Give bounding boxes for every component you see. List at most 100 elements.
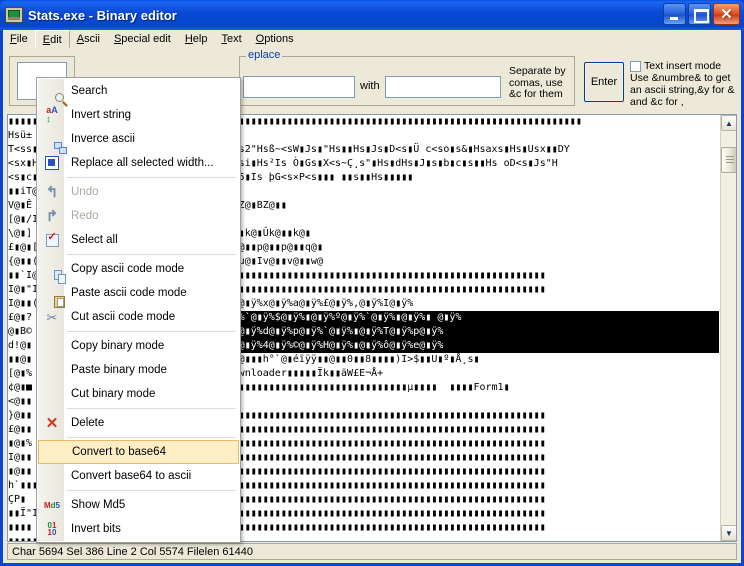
paste-binary-icon bbox=[43, 361, 61, 379]
menu-item-paste-ascii-code-mode[interactable]: Paste ascii code mode bbox=[37, 281, 240, 308]
menu-item-copy-ascii-code-mode[interactable]: Copy ascii code mode bbox=[37, 257, 240, 284]
menu-item-label: Undo bbox=[71, 186, 99, 198]
enter-button[interactable]: Enter bbox=[584, 62, 624, 102]
menu-bar: File Edit Ascii Special edit Help Text O… bbox=[3, 30, 741, 48]
menu-item-inverce-ascii[interactable]: Inverce ascii bbox=[37, 127, 240, 154]
close-button[interactable]: ✕ bbox=[713, 3, 740, 25]
menu-item-label: Convert to base64 bbox=[72, 446, 166, 458]
address-line: I@▮▮ bbox=[8, 452, 33, 463]
menu-item-label: Inverce ascii bbox=[71, 133, 135, 145]
address-line: ▮▮iT@ bbox=[8, 186, 39, 197]
text-insert-mode-label: Text insert mode bbox=[644, 60, 722, 72]
menu-item-replace-all-selected-width[interactable]: Replace all selected width... bbox=[37, 151, 240, 175]
menu-item-convert-to-base64[interactable]: Convert to base64 bbox=[38, 440, 239, 464]
address-line: ▮@▮% bbox=[8, 438, 33, 449]
replace-group-label: eplace bbox=[246, 49, 283, 61]
menu-options[interactable]: Options bbox=[249, 30, 301, 48]
address-line: ÇP▮ bbox=[8, 494, 27, 505]
menu-ascii[interactable]: Ascii bbox=[70, 30, 107, 48]
text-insert-mode-checkbox[interactable] bbox=[630, 61, 641, 72]
menu-item-label: Copy ascii code mode bbox=[71, 263, 185, 275]
insert-mode-row[interactable]: Text insert mode bbox=[630, 60, 742, 72]
address-column[interactable]: ▮▮▮▮▮▮▮▮ Hsü± T<ss▮ <sx▮H <s▮c▮s ▮▮iT@ V@▮Ê [@▮… bbox=[8, 115, 39, 541]
scrollbar-thumb[interactable] bbox=[721, 147, 736, 173]
inverce-ascii-icon bbox=[43, 130, 67, 154]
menu-item-paste-binary-mode[interactable]: Paste binary mode bbox=[37, 358, 240, 382]
address-line: ¢@▮■ bbox=[8, 382, 33, 393]
menu-separator bbox=[67, 437, 236, 438]
menu-item-label: Redo bbox=[71, 210, 99, 222]
menu-item-show-md5[interactable]: Md5 Show Md5 bbox=[37, 493, 240, 517]
address-line: £@▮? bbox=[8, 312, 33, 323]
menu-item-label: Paste ascii code mode bbox=[71, 287, 187, 299]
menu-item-invert-string[interactable]: aA ↕ Invert string bbox=[37, 103, 240, 127]
insert-mode-hint: Use &numbre& to get an ascii string,&y f… bbox=[630, 72, 735, 108]
menu-item-copy-binary-mode[interactable]: Copy binary mode bbox=[37, 334, 240, 358]
address-line: I@▮▮( bbox=[8, 298, 39, 309]
search-icon bbox=[43, 82, 68, 107]
close-icon: ✕ bbox=[720, 5, 733, 23]
menu-item-label: Invert bits bbox=[71, 523, 121, 535]
menu-item-redo: ↱ Redo bbox=[37, 204, 240, 228]
vertical-scrollbar[interactable]: ▲ ▼ bbox=[720, 115, 736, 541]
menu-separator bbox=[67, 254, 236, 255]
client-area: File Edit Ascii Special edit Help Text O… bbox=[3, 30, 741, 563]
menu-item-search[interactable]: Search bbox=[37, 79, 240, 107]
minimize-button[interactable] bbox=[663, 3, 686, 25]
menu-item-label: Search bbox=[71, 85, 108, 97]
address-line: ▮▮`I@ bbox=[8, 270, 39, 281]
menu-special-edit[interactable]: Special edit bbox=[107, 30, 178, 48]
undo-icon: ↰ bbox=[45, 183, 59, 201]
address-line: }@▮▮ bbox=[8, 410, 33, 421]
address-line: [@▮/I bbox=[8, 214, 39, 225]
menu-item-select-all[interactable]: Select all bbox=[37, 228, 240, 252]
address-line: h`▮▮▮ bbox=[8, 480, 39, 491]
address-line: ▮▮▮▮▮▮▮▮ bbox=[8, 116, 38, 127]
title-bar[interactable]: Stats.exe - Binary editor ✕ bbox=[0, 0, 744, 30]
redo-icon: ↱ bbox=[45, 207, 59, 225]
status-bar: Char 5694 Sel 386 Line 2 Col 5574 Filele… bbox=[7, 543, 737, 560]
menu-item-delete[interactable]: ✕ Delete bbox=[37, 411, 240, 435]
menu-item-invert-bits[interactable]: 01 10 Invert bits bbox=[37, 517, 240, 541]
menu-item-label: Cut ascii code mode bbox=[71, 311, 176, 323]
paste-icon bbox=[43, 284, 65, 308]
scroll-down-arrow-icon[interactable]: ▼ bbox=[721, 525, 736, 541]
replace-find-input[interactable] bbox=[243, 76, 355, 98]
replace-with-input[interactable] bbox=[385, 76, 501, 98]
maximize-button[interactable] bbox=[688, 3, 711, 25]
menu-item-convert-base64-to-ascii[interactable]: Convert base64 to ascii bbox=[37, 464, 240, 488]
address-line: @▮B© bbox=[8, 326, 33, 337]
menu-item-cut-binary-mode[interactable]: Cut binary mode bbox=[37, 382, 240, 406]
menu-edit[interactable]: Edit bbox=[34, 30, 70, 48]
invert-bits-icon: 01 10 bbox=[47, 521, 57, 537]
address-line: d!@▮ bbox=[8, 340, 33, 351]
address-line: ▮@▮▮ bbox=[8, 466, 33, 477]
menu-separator bbox=[67, 177, 236, 178]
md5-icon: Md5 bbox=[43, 500, 60, 510]
select-all-icon bbox=[43, 231, 61, 249]
menu-text[interactable]: Text bbox=[214, 30, 248, 48]
address-line: Hsü± bbox=[8, 130, 33, 141]
menu-help[interactable]: Help bbox=[178, 30, 215, 48]
menu-file[interactable]: File bbox=[3, 30, 35, 48]
menu-item-label: Delete bbox=[71, 417, 105, 429]
address-line: £▮@▮[ bbox=[8, 242, 39, 253]
address-line: [@▮% bbox=[8, 368, 33, 379]
menu-item-cut-ascii-code-mode[interactable]: ✂ Cut ascii code mode bbox=[37, 305, 240, 329]
menu-item-label: Replace all selected width... bbox=[71, 157, 214, 169]
window-controls: ✕ bbox=[663, 3, 740, 25]
enter-button-label: Enter bbox=[590, 76, 618, 88]
scroll-up-arrow-icon[interactable]: ▲ bbox=[721, 115, 736, 131]
menu-item-label: Copy binary mode bbox=[71, 340, 165, 352]
menu-separator bbox=[67, 490, 236, 491]
menu-item-label: Paste binary mode bbox=[71, 364, 167, 376]
copy-binary-icon bbox=[43, 337, 61, 355]
insert-mode-box: Text insert mode Use &numbre& to get an … bbox=[630, 60, 742, 108]
binary-editor-window: Stats.exe - Binary editor ✕ File Edit As… bbox=[0, 0, 744, 566]
edit-dropdown-menu[interactable]: Search aA ↕ Invert string Inverce ascii Repla… bbox=[36, 77, 241, 543]
delete-icon: ✕ bbox=[45, 414, 59, 432]
status-text: Char 5694 Sel 386 Line 2 Col 5574 Filele… bbox=[12, 545, 253, 558]
cut-icon: ✂ bbox=[46, 309, 58, 325]
app-icon bbox=[5, 7, 23, 23]
cut-binary-icon bbox=[43, 385, 61, 403]
